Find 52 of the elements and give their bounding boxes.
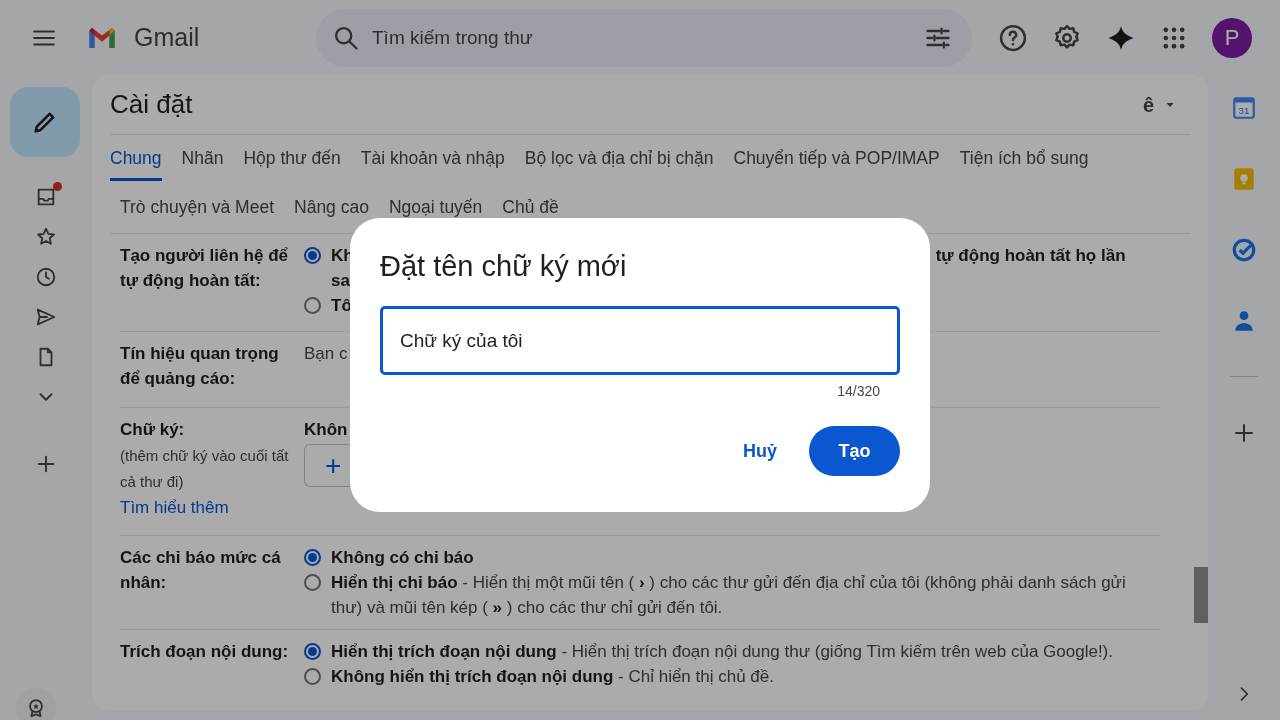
setting-value: Bạn c bbox=[304, 343, 348, 365]
option-text: tự động hoàn tất họ lần bbox=[935, 245, 1126, 267]
create-button[interactable]: Tạo bbox=[809, 426, 900, 476]
input-tool-label: ê bbox=[1142, 92, 1154, 118]
settings-tab[interactable]: Hộp thư đến bbox=[243, 135, 341, 181]
settings-tab[interactable]: Tiện ích bổ sung bbox=[959, 135, 1089, 181]
clock-icon[interactable] bbox=[35, 266, 57, 288]
radio-button[interactable] bbox=[304, 668, 321, 685]
plus-icon[interactable] bbox=[35, 453, 57, 475]
learn-more-link[interactable]: Tìm hiểu thêm bbox=[120, 495, 298, 520]
radio-button[interactable] bbox=[304, 297, 321, 314]
setting-value: Khôn bbox=[304, 419, 348, 441]
plus-icon[interactable] bbox=[1232, 421, 1256, 445]
settings-tab[interactable]: Bộ lọc và địa chỉ bị chặn bbox=[524, 135, 714, 181]
settings-tab[interactable]: Nâng cao bbox=[294, 181, 369, 233]
radio-button[interactable] bbox=[304, 549, 321, 566]
radio-button[interactable] bbox=[304, 574, 321, 591]
setting-label: Tạo người liên hệ để tự động hoàn tất: bbox=[120, 245, 289, 292]
option-text: Không có chỉ báo bbox=[331, 547, 474, 569]
settings-tab[interactable]: Chuyển tiếp và POP/IMAP bbox=[733, 135, 940, 181]
radio-button[interactable] bbox=[304, 643, 321, 660]
settings-tab[interactable]: Tài khoản và nhập bbox=[360, 135, 505, 181]
scrollbar-thumb[interactable] bbox=[1194, 567, 1208, 623]
account-avatar[interactable]: P bbox=[1212, 17, 1252, 58]
cancel-button[interactable]: Huỷ bbox=[723, 426, 797, 476]
setting-label: Trích đoạn nội dung: bbox=[120, 641, 290, 663]
compose-button[interactable] bbox=[10, 87, 80, 157]
radio-button[interactable] bbox=[304, 247, 321, 264]
settings-tab[interactable]: Chung bbox=[110, 135, 162, 181]
setting-label: Các chỉ báo mức cá nhân: bbox=[120, 547, 282, 594]
character-counter: 14/320 bbox=[837, 382, 880, 401]
search-field[interactable]: Tìm kiếm trong thư bbox=[316, 8, 972, 67]
page-title: Cài đặt bbox=[110, 88, 193, 121]
star-icon[interactable] bbox=[35, 226, 57, 248]
app-name: Gmail bbox=[134, 21, 200, 53]
dialog-title: Đặt tên chữ ký mới bbox=[380, 249, 628, 284]
setting-label: Tín hiệu quan trọng để quảng cáo: bbox=[120, 343, 280, 390]
settings-tab[interactable]: Nhãn bbox=[181, 135, 224, 181]
check-circle-icon[interactable] bbox=[1231, 237, 1257, 263]
calendar-app-icon[interactable]: 31 bbox=[1231, 95, 1257, 121]
option-text: sa bbox=[331, 270, 351, 292]
send-icon[interactable] bbox=[35, 306, 57, 328]
signature-name-field[interactable]: Chữ ký của tôi bbox=[380, 306, 900, 375]
inbox-icon[interactable] bbox=[35, 186, 57, 208]
help-icon[interactable] bbox=[998, 22, 1028, 53]
setting-label: Chữ ký: bbox=[120, 419, 186, 441]
option-text: Không hiển thị trích đoạn nội dung - Chỉ hiển thị chủ đề. bbox=[331, 666, 774, 688]
option-text: Hiển thị trích đoạn nội dung - Hiển thị trích đoạn nội dung thư (giống Tìm kiếm trên web của Google!). bbox=[331, 641, 1113, 663]
option-text: Hiển thị chỉ báo - Hiển thị một mũi tên ( › ) cho các thư gửi đến địa chỉ của tôi (không phải danh sách gửi thư) và mũi tên kép ( » ) cho các thư chỉ gửi đến tôi. bbox=[331, 572, 1127, 619]
setting-note: (thêm chữ ký vào cuối tất cả thư đi) bbox=[120, 446, 290, 492]
rewards-button[interactable] bbox=[16, 688, 56, 720]
settings-tab[interactable]: Trò chuyện và Meet bbox=[120, 181, 274, 233]
